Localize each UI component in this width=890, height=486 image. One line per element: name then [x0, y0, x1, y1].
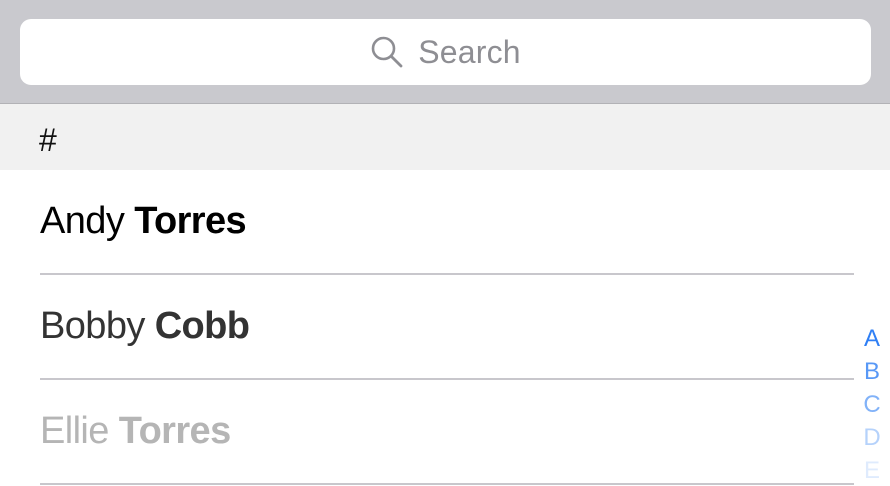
contact-last-name: Cobb: [154, 305, 250, 347]
contact-first-name: Andy: [40, 200, 125, 242]
contact-row[interactable]: Ellie Torres: [0, 380, 890, 484]
contact-last-name: Torres: [118, 410, 231, 452]
search-placeholder: Search: [418, 33, 521, 70]
section-index-bar[interactable]: A B C D E: [862, 322, 882, 486]
contact-first-name: Bobby: [40, 305, 145, 347]
index-letter-d[interactable]: D: [863, 421, 880, 454]
contact-last-name: Torres: [134, 200, 247, 242]
contact-name: Bobby Cobb: [40, 305, 250, 348]
index-letter-c[interactable]: C: [863, 388, 880, 421]
contact-name: Ellie Torres: [40, 410, 231, 453]
row-separator: [40, 483, 854, 485]
contact-first-name: Ellie: [40, 410, 109, 452]
index-letter-e[interactable]: E: [864, 454, 880, 486]
search-bar: Search: [0, 0, 890, 104]
contacts-screen: Search # Andy Torres Bobby Cobb Ellie To…: [0, 0, 890, 486]
section-header-label: #: [39, 122, 57, 158]
section-header: #: [0, 104, 890, 170]
magnifying-glass-icon: [371, 36, 403, 68]
contact-name: Andy Torres: [40, 200, 247, 243]
contact-row[interactable]: Andy Torres: [0, 170, 890, 274]
index-letter-b[interactable]: B: [864, 355, 880, 388]
contact-row[interactable]: Bobby Cobb: [0, 275, 890, 379]
index-letter-a[interactable]: A: [864, 322, 880, 355]
search-input[interactable]: Search: [20, 19, 871, 85]
